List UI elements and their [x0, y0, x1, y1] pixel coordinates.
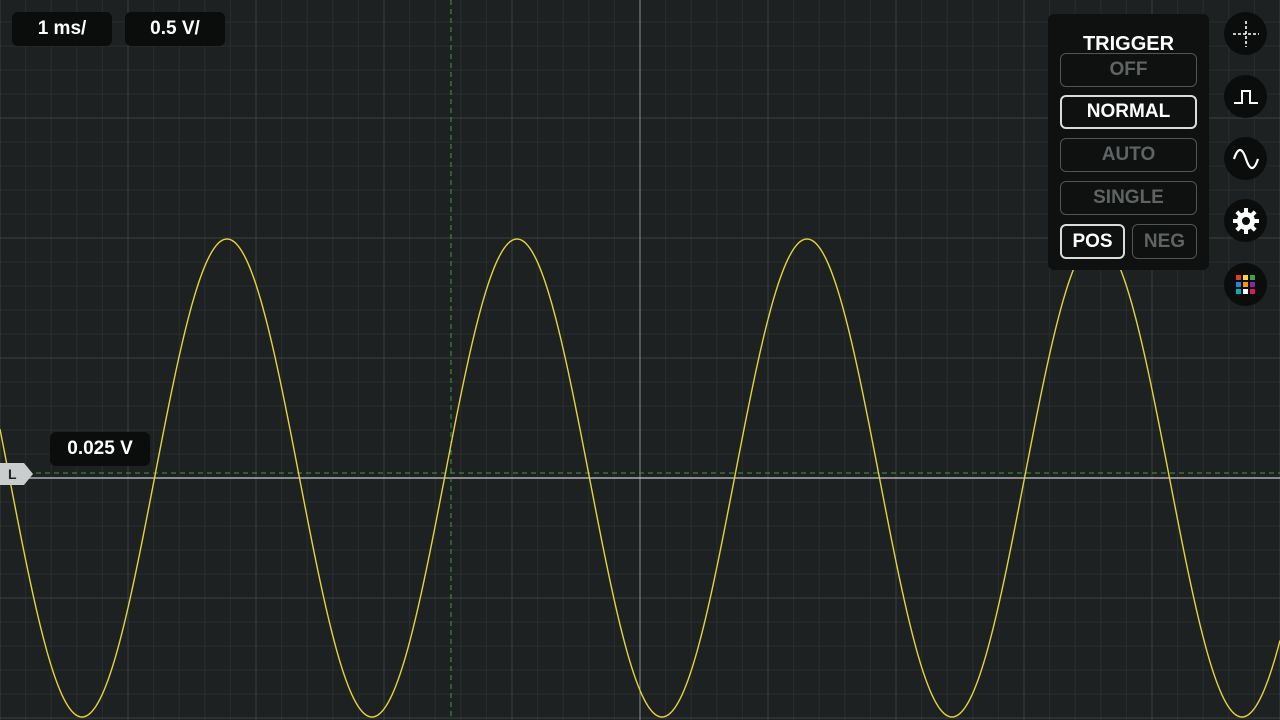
trigger-single-button[interactable]: SINGLE	[1060, 181, 1197, 215]
palette-swatch	[1235, 281, 1241, 287]
trigger-level-handle[interactable]: L	[0, 463, 34, 485]
volts-per-div-readout[interactable]: 0.5 V/	[125, 12, 225, 46]
palette-swatch	[1249, 288, 1255, 294]
sine-icon	[1232, 148, 1259, 169]
trigger-auto-button[interactable]: AUTO	[1060, 138, 1197, 172]
pulse-tool-button[interactable]	[1224, 75, 1267, 118]
level-marker-shape: L	[0, 463, 33, 485]
pulse-icon	[1233, 89, 1258, 104]
color-palette-icon	[1235, 274, 1255, 294]
waveform-tool-button[interactable]	[1224, 137, 1267, 180]
cursor-tool-button[interactable]	[1224, 12, 1267, 55]
trigger-slope-pos-button[interactable]: POS	[1060, 224, 1125, 259]
palette-swatch	[1242, 274, 1248, 280]
timebase-readout[interactable]: 1 ms/	[12, 12, 112, 46]
level-marker-label: L	[8, 466, 17, 482]
trigger-level-readout: 0.025 V	[50, 432, 150, 466]
color-palette-button[interactable]	[1224, 263, 1267, 306]
palette-swatch	[1235, 288, 1241, 294]
palette-swatch	[1249, 274, 1255, 280]
trigger-off-button[interactable]: OFF	[1060, 53, 1197, 87]
trigger-level-value: 0.025 V	[67, 438, 133, 459]
palette-swatch	[1249, 281, 1255, 287]
volts-per-div-value: 0.5 V/	[150, 18, 200, 39]
oscilloscope-screen[interactable]: 1 ms/ 0.5 V/ 0.025 V L TRIGGER OFF NORMA…	[0, 0, 1280, 720]
settings-button[interactable]	[1224, 199, 1267, 242]
trigger-normal-button[interactable]: NORMAL	[1060, 95, 1197, 129]
timebase-value: 1 ms/	[37, 18, 87, 39]
trigger-slope-neg-button[interactable]: NEG	[1132, 224, 1197, 259]
palette-swatch	[1242, 288, 1248, 294]
trigger-panel: TRIGGER OFF NORMAL AUTO SINGLE POS NEG	[1048, 14, 1209, 270]
palette-swatch	[1235, 274, 1241, 280]
cursor-icon	[1232, 20, 1259, 47]
gear-icon	[1232, 207, 1259, 234]
palette-swatch	[1242, 281, 1248, 287]
